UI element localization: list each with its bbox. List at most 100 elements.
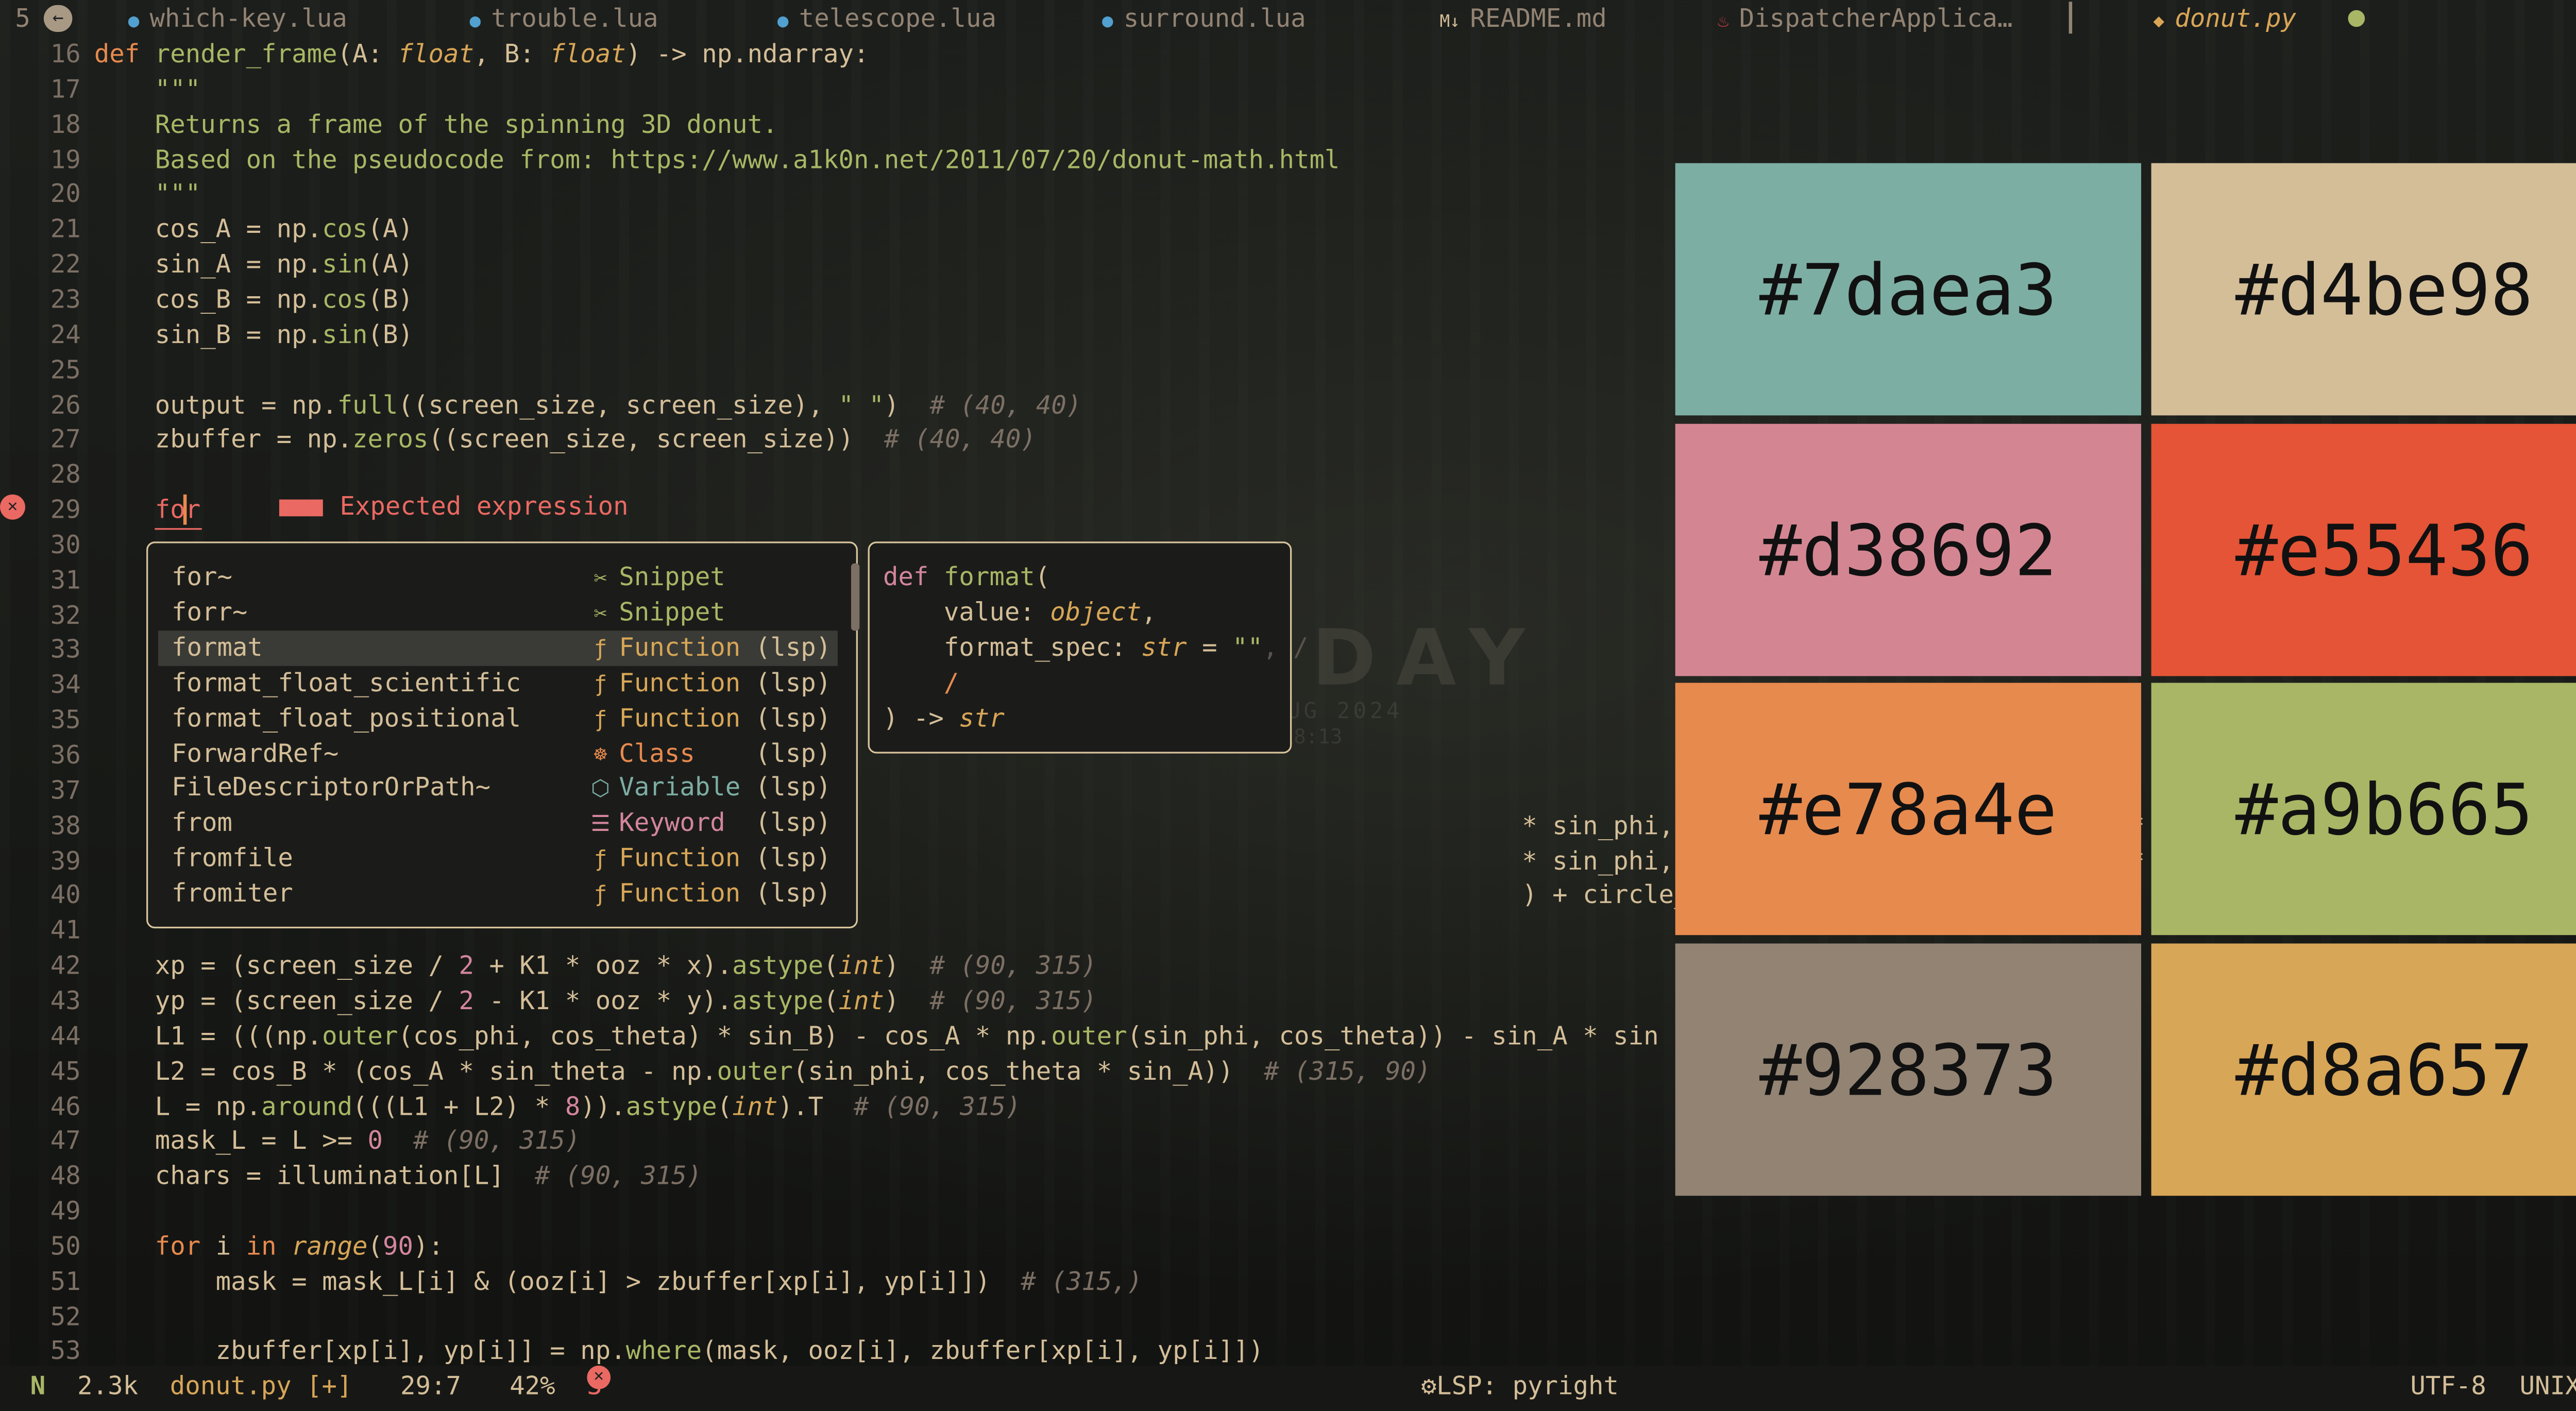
line-text: mask = mask_L[i] & (ooz[i] > zbuffer[xp[… <box>94 1266 1143 1297</box>
code-line[interactable]: 18 Returns a frame of the spinning 3D do… <box>0 107 2576 143</box>
line-number: 22 <box>50 249 81 280</box>
line-text: yp = (screen_size / 2 - K1 * ooz * y).as… <box>94 985 1097 1016</box>
color-swatch: #a9b665 <box>2151 683 2576 936</box>
status-bar: N 2.3k donut.py [+] 29:7 42% ✕3 ⚙LSP: py… <box>0 1365 2576 1411</box>
completion-label: fromfile <box>171 843 293 873</box>
lsp-status[interactable]: ⚙LSP: pyright <box>1421 1366 1619 1408</box>
code-line[interactable]: 17 """ <box>0 72 2576 108</box>
back-arrow-icon[interactable]: ← <box>43 5 73 32</box>
completion-label: FileDescriptorOrPath~ <box>171 772 491 803</box>
completion-kind-label: Function <box>619 878 741 909</box>
completion-item[interactable]: FileDescriptorOrPath~ ⬡ Variable (lsp) <box>158 771 838 807</box>
completion-label: fromiter <box>171 878 293 909</box>
tab-surround[interactable]: ● surround.lua <box>1097 0 1306 37</box>
code-line[interactable]: 51 mask = mask_L[i] & (ooz[i] > zbuffer[… <box>0 1264 2576 1300</box>
line-text: def render_frame(A: float, B: float) -> … <box>94 39 869 69</box>
code-line[interactable]: 50 for i in range(90): <box>0 1229 2576 1265</box>
completion-item[interactable]: fromiter ƒ Function (lsp) <box>158 876 838 912</box>
function-icon: ƒ <box>594 637 607 662</box>
tab-which-key[interactable]: ● which-key.lua <box>123 0 347 37</box>
line-number: 52 <box>50 1301 81 1332</box>
completion-item[interactable]: ForwardRef~ ☸ Class (lsp) <box>158 736 838 771</box>
line-number: 18 <box>50 109 81 139</box>
variable-icon: ⬡ <box>590 777 611 803</box>
code-line[interactable]: 16 def render_frame(A: float, B: float) -… <box>0 37 2576 73</box>
diagnostic-message: Expected expression <box>340 491 629 522</box>
editor-window: 5 ← ● which-key.lua ● trouble.lua ● telesco… <box>0 0 2576 1411</box>
lua-icon: ● <box>128 10 140 32</box>
file-encoding: UTF-8 <box>2410 1370 2486 1401</box>
tab-separator <box>2069 2 2073 34</box>
function-icon: ƒ <box>594 883 607 909</box>
line-text: Based on the pseudocode from: https://ww… <box>94 144 1340 175</box>
completion-source: (lsp) <box>755 632 832 662</box>
class-icon: ☸ <box>594 742 607 768</box>
cursor-position: 29:7 <box>400 1370 461 1401</box>
file-name: donut.py [+] <box>170 1370 352 1401</box>
completion-item[interactable]: format_float_scientific ƒ Function (lsp) <box>158 666 838 701</box>
completion-item[interactable]: fromfile ƒ Function (lsp) <box>158 841 838 877</box>
code-line[interactable]: 53 zbuffer[xp[i], yp[i]] = np.where(mask… <box>0 1334 2576 1370</box>
line-text: output = np.full((screen_size, screen_si… <box>94 389 1082 420</box>
completion-label: ForwardRef~ <box>171 737 339 768</box>
line-number: 51 <box>50 1266 81 1297</box>
line-text: mask_L = L >= 0 # (90, 315) <box>94 1126 581 1156</box>
line-number: 19 <box>50 144 81 175</box>
completion-item[interactable]: format_float_positional ƒ Function (lsp) <box>158 701 838 736</box>
completion-label: for~ <box>171 562 232 592</box>
completion-kind-label: Snippet <box>619 597 725 627</box>
line-number: 53 <box>50 1336 81 1367</box>
code-line[interactable]: 49 <box>0 1194 2576 1230</box>
color-swatch: #7daea3 <box>1675 163 2141 416</box>
line-text: chars = illumination[L] # (90, 315) <box>94 1161 702 1192</box>
tab-label: surround.lua <box>1123 3 1306 34</box>
line-number: 44 <box>50 1021 81 1051</box>
completion-kind: ƒ Function <box>587 701 741 738</box>
completion-source: (lsp) <box>755 772 832 803</box>
tab-label: telescope.lua <box>799 3 997 34</box>
line-number: 34 <box>50 670 81 701</box>
tab-label: trouble.lua <box>491 3 658 34</box>
completion-item[interactable]: forr~ ✂ Snippet <box>158 595 838 631</box>
lua-icon: ● <box>469 10 481 32</box>
file-format: UNIX <box>2519 1370 2576 1401</box>
completion-kind: ☸ Class <box>587 736 695 773</box>
error-count[interactable]: ✕3 <box>587 1365 611 1408</box>
line-text: L1 = (((np.outer(cos_phi, cos_theta) * s… <box>94 1021 1659 1051</box>
completion-menu[interactable]: for~ ✂ Snippet forr~ ✂ Snippet format ƒ Function… <box>146 541 860 929</box>
completion-kind: ✂ Snippet <box>587 560 725 597</box>
completion-label: format <box>171 632 263 662</box>
line-number: 33 <box>50 635 81 665</box>
line-number: 16 <box>50 39 81 69</box>
completion-source: (lsp) <box>755 843 832 873</box>
gear-icon: ⚙ <box>1421 1370 1437 1401</box>
code-line[interactable]: 52 <box>0 1299 2576 1335</box>
completion-item[interactable]: format ƒ Function (lsp) <box>158 630 838 666</box>
completion-scrollbar[interactable] <box>851 563 860 631</box>
line-number: 35 <box>50 705 81 736</box>
completion-kind: ƒ Function <box>587 666 741 703</box>
line-text: """ <box>94 74 201 104</box>
line-number: 48 <box>50 1161 81 1192</box>
line-number: 32 <box>50 600 81 630</box>
color-swatch: #d8a657 <box>2151 943 2576 1196</box>
line-number: 31 <box>50 565 81 595</box>
line-text: xp = (screen_size / 2 + K1 * ooz * x).as… <box>94 950 1097 981</box>
tab-count: 5 <box>15 3 30 34</box>
completion-label: from <box>171 808 232 838</box>
completion-source: (lsp) <box>755 808 832 838</box>
completion-kind: ✂ Snippet <box>587 595 725 632</box>
completion-source: (lsp) <box>755 737 832 768</box>
line-number: 26 <box>50 389 81 420</box>
line-text: for i in range(90): <box>155 1231 444 1262</box>
tab-readme[interactable]: M↓ README.md <box>1435 0 1606 37</box>
completion-item[interactable]: for~ ✂ Snippet <box>158 560 838 596</box>
completion-kind-label: Snippet <box>619 562 725 592</box>
tab-bar: 5 ← ● which-key.lua ● trouble.lua ● telesco… <box>0 0 2576 37</box>
tab-dispatcher[interactable]: ♨ DispatcherApplica… <box>1712 0 2013 37</box>
tab-trouble[interactable]: ● trouble.lua <box>464 0 658 37</box>
completion-label: format_float_scientific <box>171 667 521 698</box>
completion-item[interactable]: from ☰ Keyword (lsp) <box>158 806 838 842</box>
tab-donut[interactable]: ◆ donut.py <box>2148 0 2296 37</box>
tab-telescope[interactable]: ● telescope.lua <box>772 0 996 37</box>
